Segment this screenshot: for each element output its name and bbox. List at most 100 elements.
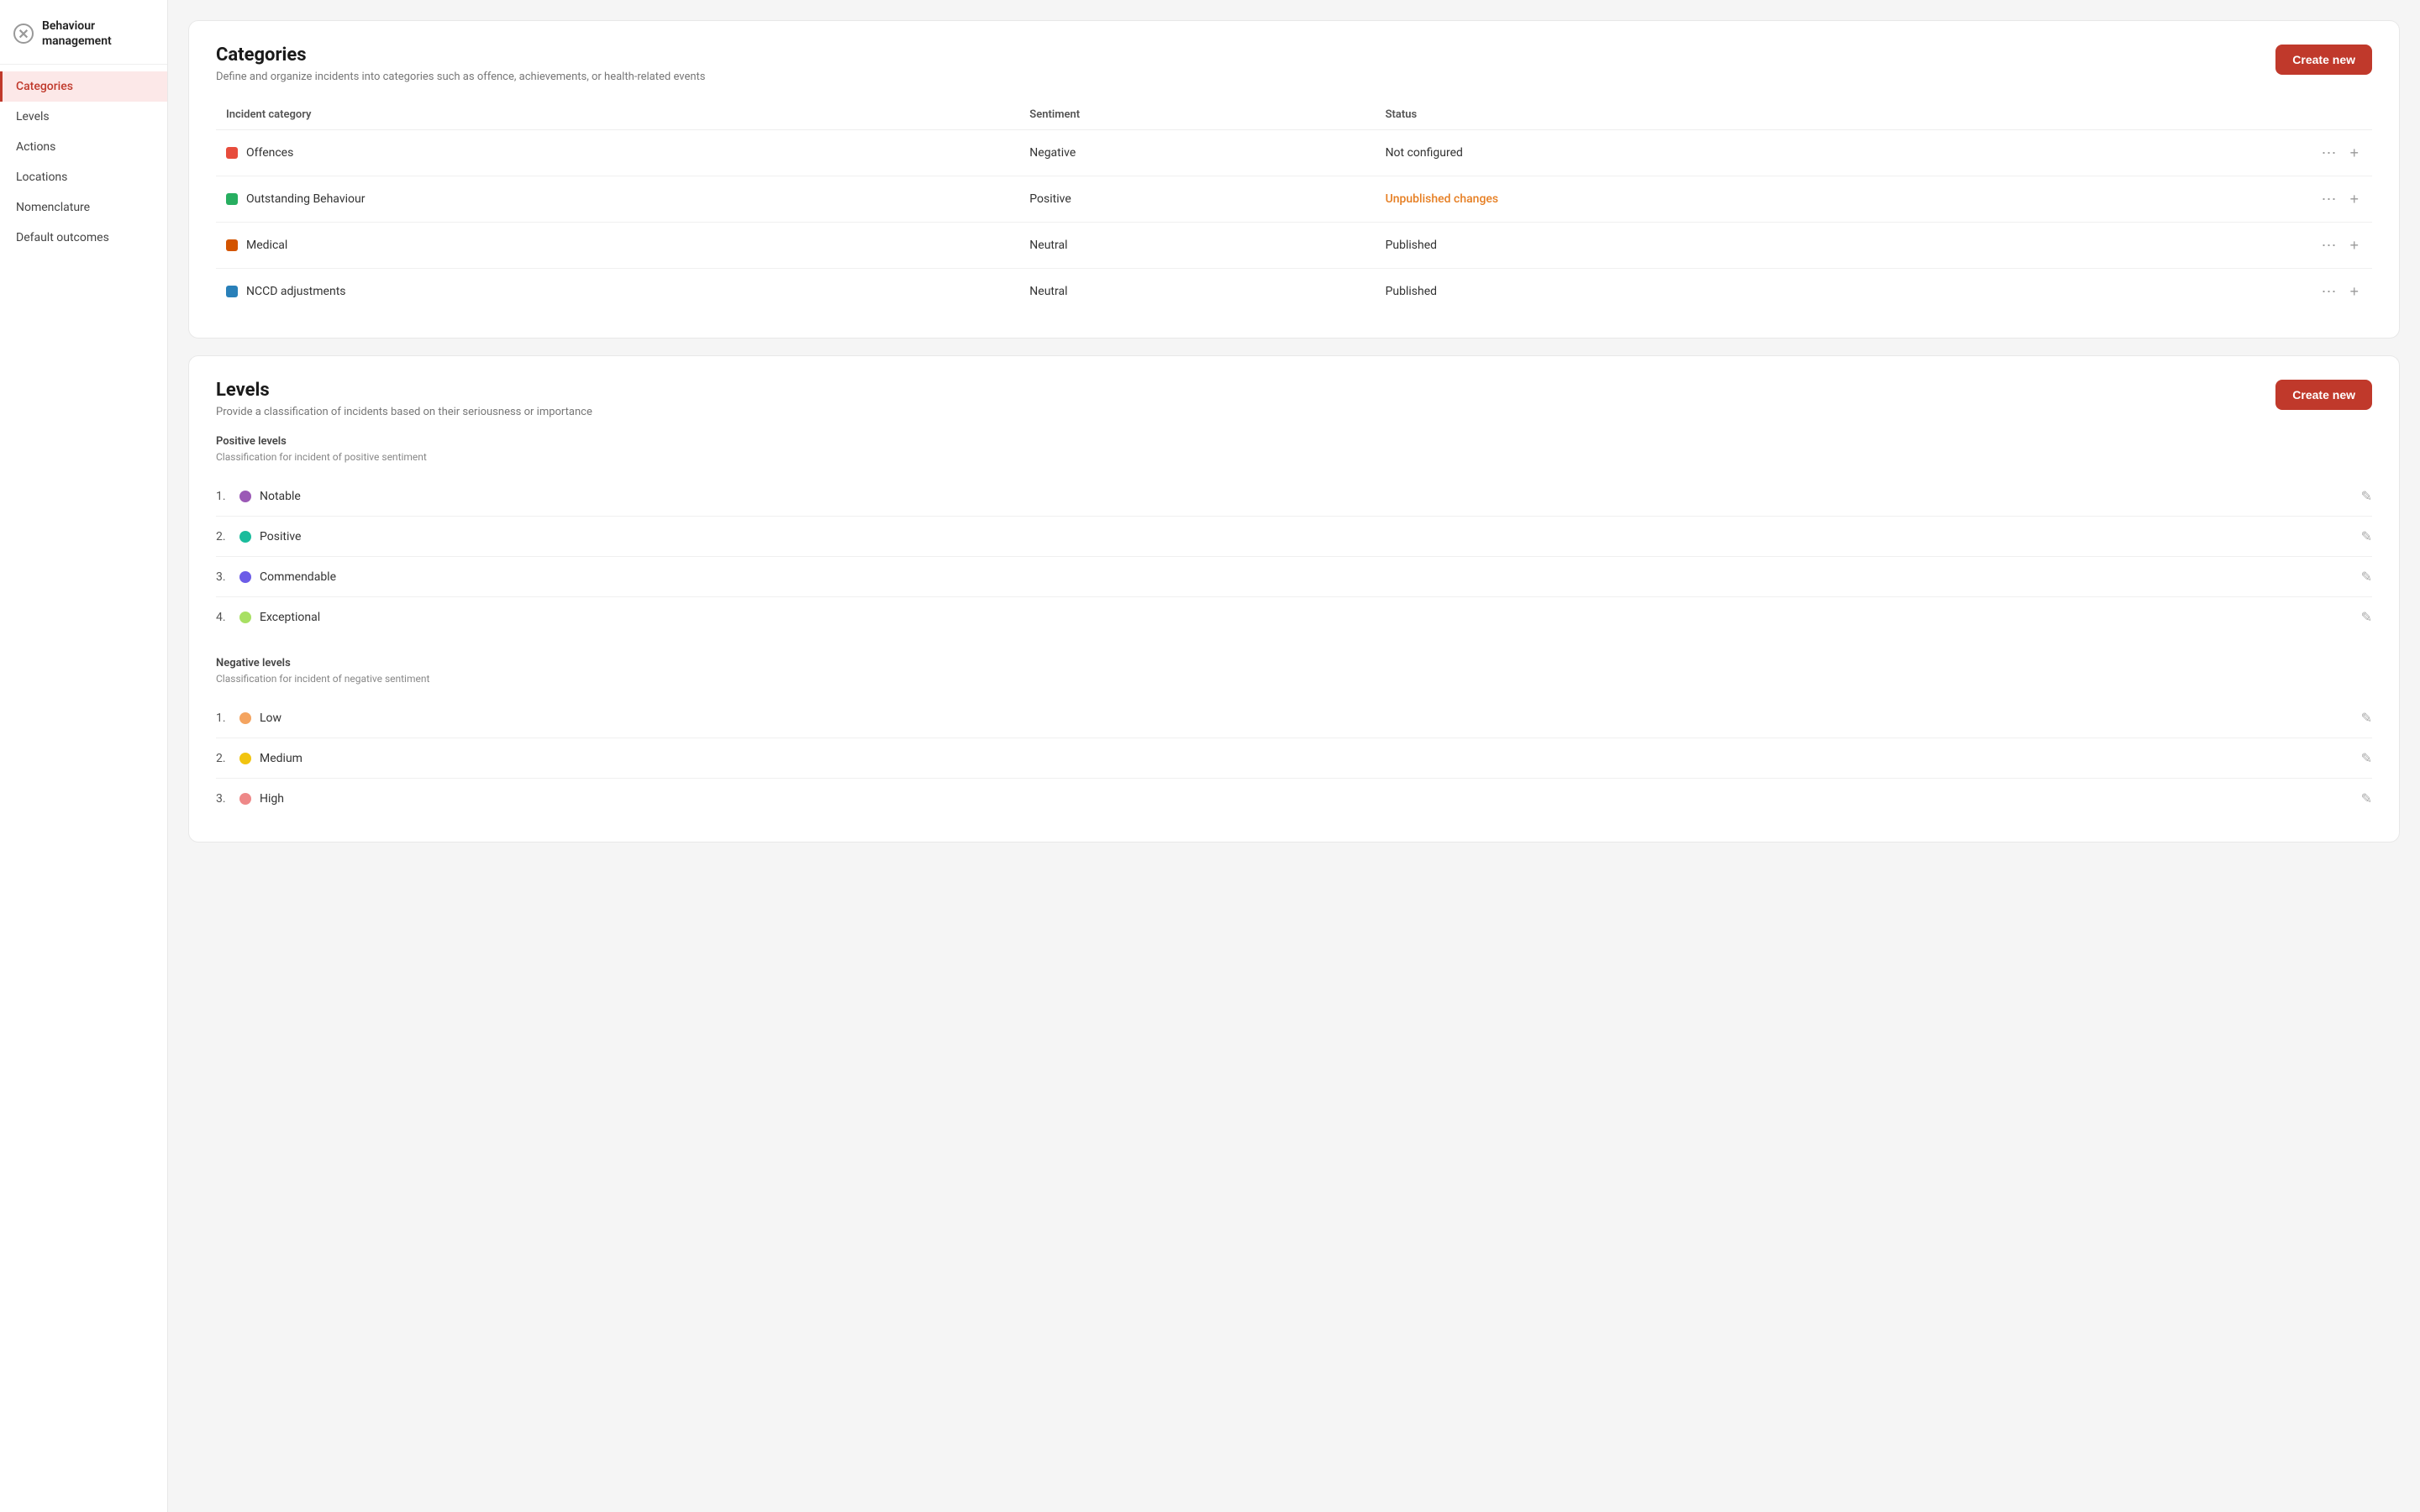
category-row-actions: ⋯ + bbox=[2048, 176, 2372, 223]
level-number: 3. bbox=[216, 570, 239, 584]
category-row-actions: ⋯ + bbox=[2048, 130, 2372, 176]
level-color-dot bbox=[239, 612, 251, 623]
positive-levels-label: Positive levels bbox=[216, 435, 2372, 448]
category-sentiment: Positive bbox=[1019, 176, 1375, 223]
category-sentiment: Negative bbox=[1019, 130, 1375, 176]
categories-header: Categories Define and organize incidents… bbox=[216, 45, 2372, 83]
list-item: 1. Notable ✎ bbox=[216, 476, 2372, 517]
levels-title: Levels bbox=[216, 380, 592, 401]
level-name: High bbox=[260, 792, 2361, 806]
category-name: Outstanding Behaviour bbox=[246, 192, 365, 206]
level-color-dot bbox=[239, 793, 251, 805]
categories-create-button[interactable]: Create new bbox=[2275, 45, 2372, 75]
category-name-cell: Medical bbox=[216, 223, 1019, 269]
level-name: Positive bbox=[260, 530, 2361, 543]
positive-levels-desc: Classification for incident of positive … bbox=[216, 451, 2372, 463]
list-item: 4. Exceptional ✎ bbox=[216, 597, 2372, 637]
level-number: 2. bbox=[216, 752, 239, 765]
category-status: Published bbox=[1376, 223, 2048, 269]
close-icon[interactable]: ✕ bbox=[13, 24, 34, 44]
category-name-cell: Offences bbox=[216, 130, 1019, 176]
table-row: Offences Negative Not configured ⋯ + bbox=[216, 130, 2372, 176]
negative-levels-desc: Classification for incident of negative … bbox=[216, 673, 2372, 685]
negative-levels-list: 1. Low ✎ 2. Medium ✎ 3. High ✎ bbox=[216, 698, 2372, 818]
level-name: Low bbox=[260, 711, 2361, 725]
table-row: NCCD adjustments Neutral Published ⋯ + bbox=[216, 269, 2372, 315]
categories-card: Categories Define and organize incidents… bbox=[188, 20, 2400, 339]
category-name: Medical bbox=[246, 239, 287, 252]
level-number: 1. bbox=[216, 711, 239, 725]
categories-table: Incident category Sentiment Status Offen… bbox=[216, 100, 2372, 314]
category-status: Published bbox=[1376, 269, 2048, 315]
sidebar-item-levels[interactable]: Levels bbox=[0, 102, 167, 132]
more-options-button[interactable]: ⋯ bbox=[2317, 281, 2339, 302]
sidebar-item-categories[interactable]: Categories bbox=[0, 71, 167, 102]
category-sentiment: Neutral bbox=[1019, 269, 1375, 315]
categories-header-text: Categories Define and organize incidents… bbox=[216, 45, 706, 83]
more-options-button[interactable]: ⋯ bbox=[2317, 234, 2339, 256]
category-color bbox=[226, 239, 238, 251]
level-color-dot bbox=[239, 491, 251, 502]
list-item: 2. Medium ✎ bbox=[216, 738, 2372, 779]
category-color bbox=[226, 286, 238, 297]
col-status: Status bbox=[1376, 100, 2048, 130]
level-color-dot bbox=[239, 531, 251, 543]
category-status: Not configured bbox=[1376, 130, 2048, 176]
add-button[interactable]: + bbox=[2346, 188, 2362, 210]
category-name-cell: NCCD adjustments bbox=[216, 269, 1019, 315]
sidebar-item-nomenclature[interactable]: Nomenclature bbox=[0, 192, 167, 223]
list-item: 1. Low ✎ bbox=[216, 698, 2372, 738]
categories-title: Categories bbox=[216, 45, 706, 66]
category-row-actions: ⋯ + bbox=[2048, 269, 2372, 315]
level-number: 2. bbox=[216, 530, 239, 543]
edit-icon[interactable]: ✎ bbox=[2361, 609, 2372, 625]
levels-header: Levels Provide a classification of incid… bbox=[216, 380, 2372, 418]
level-number: 4. bbox=[216, 611, 239, 624]
edit-icon[interactable]: ✎ bbox=[2361, 569, 2372, 585]
category-name: NCCD adjustments bbox=[246, 285, 346, 298]
sidebar-nav: Categories Levels Actions Locations Nome… bbox=[0, 71, 167, 253]
category-color bbox=[226, 147, 238, 159]
levels-card: Levels Provide a classification of incid… bbox=[188, 355, 2400, 843]
col-incident-category: Incident category bbox=[216, 100, 1019, 130]
col-sentiment: Sentiment bbox=[1019, 100, 1375, 130]
category-name-cell: Outstanding Behaviour bbox=[216, 176, 1019, 223]
levels-header-text: Levels Provide a classification of incid… bbox=[216, 380, 592, 418]
sidebar-item-actions[interactable]: Actions bbox=[0, 132, 167, 162]
level-name: Medium bbox=[260, 752, 2361, 765]
main-content: Categories Define and organize incidents… bbox=[168, 0, 2420, 1512]
edit-icon[interactable]: ✎ bbox=[2361, 710, 2372, 726]
more-options-button[interactable]: ⋯ bbox=[2317, 142, 2339, 164]
add-button[interactable]: + bbox=[2346, 281, 2362, 302]
sidebar-item-default-outcomes[interactable]: Default outcomes bbox=[0, 223, 167, 253]
positive-levels-list: 1. Notable ✎ 2. Positive ✎ 3. Commendabl… bbox=[216, 476, 2372, 637]
level-name: Exceptional bbox=[260, 611, 2361, 624]
negative-levels-section: Negative levels Classification for incid… bbox=[216, 657, 2372, 818]
sidebar-item-locations[interactable]: Locations bbox=[0, 162, 167, 192]
category-name: Offences bbox=[246, 146, 293, 160]
add-button[interactable]: + bbox=[2346, 142, 2362, 164]
level-number: 3. bbox=[216, 792, 239, 806]
sidebar: ✕ Behaviour management Categories Levels… bbox=[0, 0, 168, 1512]
edit-icon[interactable]: ✎ bbox=[2361, 488, 2372, 504]
category-color bbox=[226, 193, 238, 205]
sidebar-header: ✕ Behaviour management bbox=[0, 7, 167, 65]
list-item: 2. Positive ✎ bbox=[216, 517, 2372, 557]
levels-create-button[interactable]: Create new bbox=[2275, 380, 2372, 410]
more-options-button[interactable]: ⋯ bbox=[2317, 188, 2339, 210]
edit-icon[interactable]: ✎ bbox=[2361, 528, 2372, 544]
category-sentiment: Neutral bbox=[1019, 223, 1375, 269]
sidebar-title: Behaviour management bbox=[42, 18, 154, 49]
level-color-dot bbox=[239, 712, 251, 724]
level-name: Commendable bbox=[260, 570, 2361, 584]
level-color-dot bbox=[239, 571, 251, 583]
edit-icon[interactable]: ✎ bbox=[2361, 790, 2372, 806]
category-status: Unpublished changes bbox=[1376, 176, 2048, 223]
list-item: 3. High ✎ bbox=[216, 779, 2372, 818]
category-row-actions: ⋯ + bbox=[2048, 223, 2372, 269]
level-number: 1. bbox=[216, 490, 239, 503]
level-color-dot bbox=[239, 753, 251, 764]
edit-icon[interactable]: ✎ bbox=[2361, 750, 2372, 766]
add-button[interactable]: + bbox=[2346, 234, 2362, 256]
list-item: 3. Commendable ✎ bbox=[216, 557, 2372, 597]
